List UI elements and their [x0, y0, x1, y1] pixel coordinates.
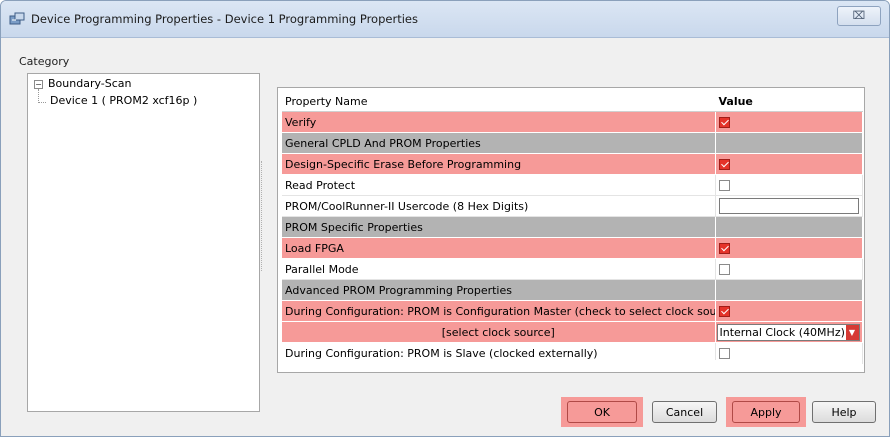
property-value-cell [715, 195, 863, 217]
property-name: Verify [282, 111, 716, 133]
cancel-button[interactable]: Cancel [652, 401, 717, 423]
checkbox[interactable] [718, 348, 730, 359]
property-name: Read Protect [282, 174, 716, 196]
title-bar[interactable]: Device Programming Properties - Device 1… [1, 1, 889, 38]
tree-connector [39, 102, 46, 103]
usercode-input[interactable] [718, 198, 859, 214]
property-table: Property Name Value Verify General CPLD A… [282, 91, 863, 364]
category-label: Category [19, 55, 70, 68]
property-value-cell [715, 174, 863, 196]
help-button[interactable]: Help [812, 401, 876, 423]
property-name: During Configuration: PROM is Configurat… [282, 300, 716, 322]
property-name: [select clock source] [282, 321, 716, 343]
checkbox[interactable] [718, 180, 730, 191]
section-header: General CPLD And PROM Properties [282, 132, 716, 154]
property-value-cell [715, 258, 863, 280]
tree-node-device-1[interactable]: Device 1 ( PROM2 xcf16p ) [50, 94, 197, 107]
collapse-icon[interactable]: − [34, 80, 43, 89]
category-tree[interactable]: − Boundary-Scan Device 1 ( PROM2 xcf16p … [27, 73, 260, 412]
property-value-cell [715, 111, 863, 133]
tree-connector [38, 89, 39, 103]
grid-bottom-area [282, 360, 862, 368]
property-value-cell [715, 216, 863, 238]
property-row[interactable]: [select clock source] Internal Clock (40M… [282, 321, 863, 343]
section-row: General CPLD And PROM Properties [282, 132, 863, 154]
checkbox[interactable] [718, 306, 730, 317]
property-rows: Verify General CPLD And PROM Properties De… [282, 111, 863, 364]
device-app-icon [9, 12, 25, 25]
window-title: Device Programming Properties - Device 1… [31, 12, 418, 26]
property-value-cell: Internal Clock (40MHz) ▼ [715, 321, 863, 343]
property-value-cell [715, 279, 863, 301]
property-grid: Property Name Value Verify General CPLD A… [277, 87, 865, 373]
clock-source-dropdown[interactable]: Internal Clock (40MHz) ▼ [716, 323, 860, 341]
checkbox[interactable] [718, 264, 730, 275]
apply-button[interactable]: Apply [732, 401, 800, 423]
tree-node-boundary-scan[interactable]: Boundary-Scan [48, 77, 132, 90]
property-name: Parallel Mode [282, 258, 716, 280]
dialog-window: Device Programming Properties - Device 1… [0, 0, 890, 437]
property-value-cell [715, 237, 863, 259]
checkbox[interactable] [718, 117, 730, 128]
pane-splitter[interactable] [261, 161, 264, 271]
property-row[interactable]: Verify [282, 111, 863, 133]
close-button[interactable]: ⌧ [837, 6, 881, 26]
chevron-down-icon[interactable]: ▼ [845, 324, 859, 340]
property-name: PROM/CoolRunner-II Usercode (8 Hex Digit… [282, 195, 716, 217]
property-row[interactable]: During Configuration: PROM is Configurat… [282, 300, 863, 322]
property-row[interactable]: Design-Specific Erase Before Programming [282, 153, 863, 175]
section-row: PROM Specific Properties [282, 216, 863, 238]
property-value-cell [715, 132, 863, 154]
property-name: Design-Specific Erase Before Programming [282, 153, 716, 175]
property-value-cell [715, 153, 863, 175]
section-row: Advanced PROM Programming Properties [282, 279, 863, 301]
section-header: Advanced PROM Programming Properties [282, 279, 716, 301]
column-header-property-name: Property Name [282, 91, 716, 112]
property-row[interactable]: PROM/CoolRunner-II Usercode (8 Hex Digit… [282, 195, 863, 217]
property-name: Load FPGA [282, 237, 716, 259]
property-row[interactable]: Read Protect [282, 174, 863, 196]
property-row[interactable]: Load FPGA [282, 237, 863, 259]
checkbox[interactable] [718, 243, 730, 254]
property-row[interactable]: Parallel Mode [282, 258, 863, 280]
ok-button[interactable]: OK [567, 401, 637, 423]
section-header: PROM Specific Properties [282, 216, 716, 238]
column-header-value: Value [715, 91, 863, 112]
checkbox[interactable] [718, 159, 730, 170]
close-icon: ⌧ [852, 9, 866, 22]
dropdown-value: Internal Clock (40MHz) [719, 325, 845, 339]
property-value-cell [715, 300, 863, 322]
